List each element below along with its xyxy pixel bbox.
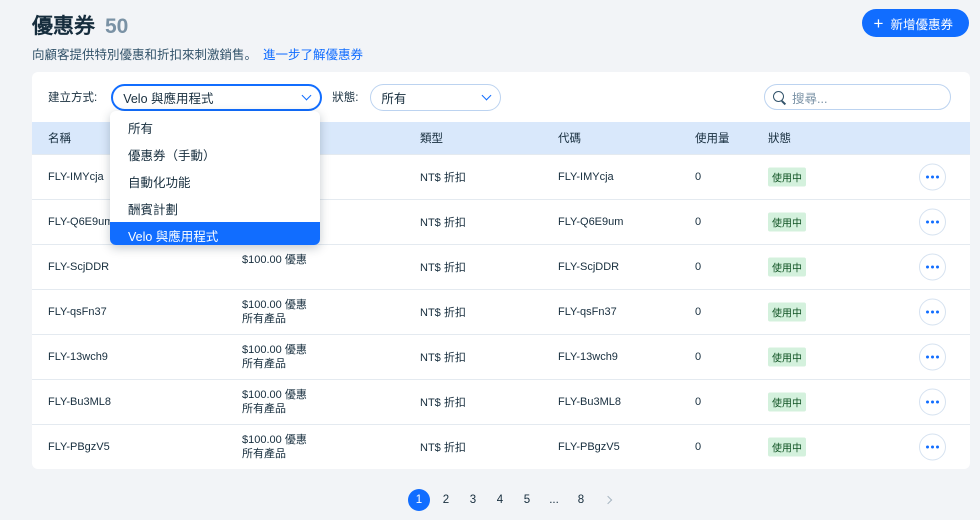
column-header-usage[interactable]: 使用量 <box>695 130 730 146</box>
plus-icon: + <box>873 13 884 33</box>
more-actions-button[interactable] <box>919 388 946 416</box>
coupon-scope: 所有產品 <box>242 313 286 325</box>
coupon-code: FLY-Bu3ML8 <box>558 396 621 408</box>
coupon-type: NT$ 折扣 <box>420 172 466 184</box>
page-subtitle: 向顧客提供特別優惠和折扣來刺激銷售。 進一步了解優惠券 <box>32 44 363 63</box>
status-badge: 使用中 <box>768 257 806 277</box>
page-button[interactable]: 2 <box>435 489 457 511</box>
coupon-usage: 0 <box>695 351 702 363</box>
status-filter-label: 狀態: <box>332 92 359 104</box>
coupon-type: NT$ 折扣 <box>420 442 466 454</box>
status-badge: 使用中 <box>768 347 806 367</box>
page-button[interactable]: 1 <box>408 489 430 511</box>
table-row[interactable]: FLY-13wch9 $100.00 優惠 所有產品 NT$ 折扣 FLY-13… <box>32 334 970 379</box>
status-filter-select[interactable]: 所有 <box>370 83 502 111</box>
coupon-description: $100.00 優惠 <box>242 299 307 311</box>
coupon-description: $100.00 優惠 <box>242 434 307 446</box>
status-badge: 使用中 <box>768 437 806 457</box>
status-filter-value: 所有 <box>381 91 407 106</box>
coupon-type: NT$ 折扣 <box>420 352 466 364</box>
page-button[interactable]: 5 <box>516 489 538 511</box>
search-icon <box>773 90 786 104</box>
create-coupon-label: 新增優惠券 <box>890 17 953 32</box>
coupon-name: FLY-qsFn37 <box>48 306 107 318</box>
coupon-usage: 0 <box>695 216 702 228</box>
coupon-code: FLY-ScjDDR <box>558 261 620 273</box>
coupon-code: FLY-13wch9 <box>558 351 618 363</box>
learn-more-link[interactable]: 進一步了解優惠券 <box>263 48 363 62</box>
page-title: 優惠券 <box>32 15 95 38</box>
status-badge: 使用中 <box>768 167 806 187</box>
coupon-usage: 0 <box>695 306 702 318</box>
dropdown-option-manual-coupons[interactable]: 優惠券（手動） <box>110 141 320 168</box>
more-actions-button[interactable] <box>919 208 946 236</box>
coupon-description: $100.00 優惠 <box>242 389 307 401</box>
coupon-count: 50 <box>105 15 129 38</box>
page-header: 優惠券 50 向顧客提供特別優惠和折扣來刺激銷售。 進一步了解優惠券 <box>32 10 363 63</box>
coupon-type: NT$ 折扣 <box>420 262 466 274</box>
coupon-usage: 0 <box>695 441 702 453</box>
coupon-description: $100.00 優惠 <box>242 344 307 356</box>
source-filter-select[interactable]: Velo 與應用程式 <box>111 83 323 111</box>
table-row[interactable]: FLY-ScjDDR $100.00 優惠 NT$ 折扣 FLY-ScjDDR … <box>32 244 970 289</box>
coupon-code: FLY-PBgzV5 <box>558 441 620 453</box>
chevron-down-icon <box>481 90 492 100</box>
column-header-type[interactable]: 類型 <box>420 130 443 146</box>
page-button[interactable]: 3 <box>462 489 484 511</box>
coupon-name: FLY-Q6E9um <box>48 216 114 228</box>
subtitle-text: 向顧客提供特別優惠和折扣來刺激銷售。 <box>32 48 258 62</box>
coupon-scope: 所有產品 <box>242 403 286 415</box>
coupon-type: NT$ 折扣 <box>420 397 466 409</box>
dropdown-option-velo-apps[interactable]: Velo 與應用程式 <box>110 222 320 245</box>
column-header-name[interactable]: 名稱 <box>48 130 71 146</box>
coupon-name: FLY-PBgzV5 <box>48 441 110 453</box>
title-row: 優惠券 50 <box>32 10 363 40</box>
more-actions-button[interactable] <box>919 163 946 191</box>
status-badge: 使用中 <box>768 392 806 412</box>
coupon-name: FLY-13wch9 <box>48 351 108 363</box>
page-button[interactable]: 4 <box>489 489 511 511</box>
pagination: 1 2 3 4 5 ... 8 <box>408 489 624 511</box>
more-actions-button[interactable] <box>919 433 946 461</box>
chevron-down-icon <box>301 90 312 100</box>
column-header-code[interactable]: 代碼 <box>558 130 581 146</box>
table-row[interactable]: FLY-PBgzV5 $100.00 優惠 所有產品 NT$ 折扣 FLY-PB… <box>32 424 970 469</box>
coupon-name: FLY-IMYcja <box>48 171 104 183</box>
status-badge: 使用中 <box>768 302 806 322</box>
coupon-code: FLY-Q6E9um <box>558 216 624 228</box>
dropdown-option-all[interactable]: 所有 <box>110 114 320 141</box>
source-filter-dropdown: 所有 優惠券（手動） 自動化功能 酬賓計劃 Velo 與應用程式 <box>110 111 320 245</box>
chevron-right-icon[interactable] <box>597 489 619 511</box>
status-badge: 使用中 <box>768 212 806 232</box>
source-filter-label: 建立方式: <box>48 92 98 104</box>
coupon-code: FLY-IMYcja <box>558 171 614 183</box>
search-input[interactable]: 搜尋... <box>764 84 951 110</box>
table-row[interactable]: FLY-Bu3ML8 $100.00 優惠 所有產品 NT$ 折扣 FLY-Bu… <box>32 379 970 424</box>
coupon-description: $100.00 優惠 <box>242 254 307 266</box>
coupon-code: FLY-qsFn37 <box>558 306 617 318</box>
create-coupon-button[interactable]: + 新增優惠券 <box>861 9 969 37</box>
more-actions-button[interactable] <box>919 253 946 281</box>
table-row[interactable]: FLY-qsFn37 $100.00 優惠 所有產品 NT$ 折扣 FLY-qs… <box>32 289 970 334</box>
page-button[interactable]: 8 <box>570 489 592 511</box>
page-ellipsis: ... <box>549 494 559 506</box>
coupon-type: NT$ 折扣 <box>420 307 466 319</box>
more-actions-button[interactable] <box>919 298 946 326</box>
search-placeholder: 搜尋... <box>792 91 828 106</box>
coupon-name: FLY-Bu3ML8 <box>48 396 111 408</box>
column-header-status[interactable]: 狀態 <box>768 130 791 146</box>
coupon-usage: 0 <box>695 171 702 183</box>
coupon-scope: 所有產品 <box>242 358 286 370</box>
more-actions-button[interactable] <box>919 343 946 371</box>
coupon-usage: 0 <box>695 261 702 273</box>
dropdown-option-loyalty[interactable]: 酬賓計劃 <box>110 195 320 222</box>
source-filter-value: Velo 與應用程式 <box>123 91 214 106</box>
dropdown-option-automations[interactable]: 自動化功能 <box>110 168 320 195</box>
coupon-usage: 0 <box>695 396 702 408</box>
coupon-type: NT$ 折扣 <box>420 217 466 229</box>
coupon-name: FLY-ScjDDR <box>48 261 110 273</box>
coupon-scope: 所有產品 <box>242 448 286 460</box>
